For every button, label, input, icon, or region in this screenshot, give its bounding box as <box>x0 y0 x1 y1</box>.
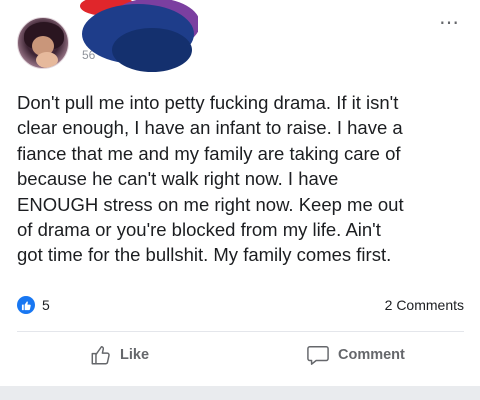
thumbs-up-icon <box>17 296 35 314</box>
post-text: Don't pull me into petty fucking drama. … <box>17 92 404 266</box>
ellipsis-horizontal-icon[interactable]: ⋯ <box>439 13 460 33</box>
reaction-summary[interactable]: 5 <box>17 296 50 314</box>
thumbs-up-outline-icon <box>91 346 110 365</box>
reaction-count: 5 <box>42 297 50 313</box>
comment-bubble-icon <box>307 346 329 365</box>
redaction-scribble <box>80 0 198 72</box>
comments-count-link[interactable]: 2 Comments <box>385 297 464 313</box>
comment-label: Comment <box>338 347 405 363</box>
like-button[interactable]: Like <box>90 344 149 366</box>
avatar-infant <box>36 52 58 68</box>
feed-separator <box>0 386 480 400</box>
like-label: Like <box>120 347 150 363</box>
comment-button[interactable]: Comment <box>306 344 405 366</box>
divider <box>17 331 464 332</box>
post-card: 56 ⋯ Don't pull me into petty fucking dr… <box>0 0 480 386</box>
avatar[interactable] <box>17 17 69 69</box>
